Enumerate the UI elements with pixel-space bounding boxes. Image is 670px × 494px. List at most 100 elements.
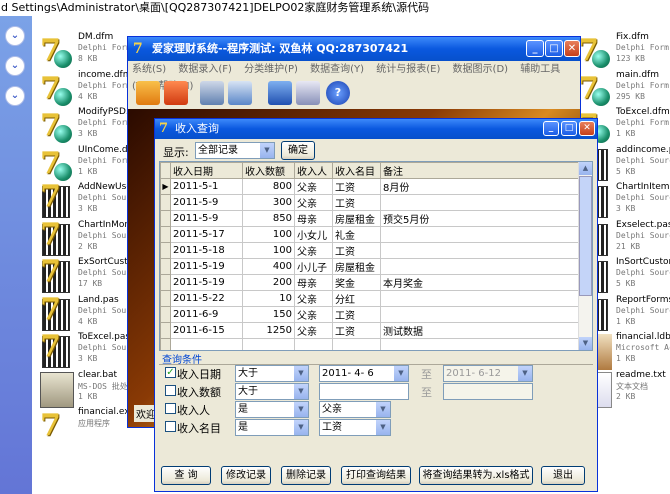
file-item[interactable]: 7 DM.dfm Delphi Form 8 KB xyxy=(40,32,135,74)
delete-record-button[interactable]: 删除记录 xyxy=(281,466,331,485)
scroll-up-icon[interactable]: ▲ xyxy=(579,162,592,175)
person-value-select[interactable]: 父亲 ▼ xyxy=(319,401,391,418)
item-value-select[interactable]: 工资 ▼ xyxy=(319,419,391,436)
add-record-icon[interactable] xyxy=(136,81,160,105)
dialog-close-button[interactable]: ✕ xyxy=(579,121,595,136)
row-indicator xyxy=(160,194,171,211)
table-row[interactable]: 2011-5-18 100 父亲 工资 xyxy=(160,242,581,259)
column-header[interactable]: 备注 xyxy=(380,162,581,179)
person-operator-select[interactable]: 是 ▼ xyxy=(235,401,309,418)
amount-operator-select[interactable]: 大于 ▼ xyxy=(235,383,309,400)
calculator-icon[interactable] xyxy=(296,81,320,105)
table-cell xyxy=(242,338,295,350)
file-type: Delphi Sourc xyxy=(616,268,670,277)
table-row[interactable]: 2011-5-9 300 父亲 工资 xyxy=(160,194,581,211)
table-row[interactable]: 2011-5-19 400 小儿子 房屋租金 xyxy=(160,258,581,275)
table-cell: 850 xyxy=(242,210,295,227)
exit-button[interactable]: 退出 xyxy=(541,466,585,485)
person-checkbox[interactable] xyxy=(165,403,176,414)
rss-feed-icon[interactable] xyxy=(164,81,188,105)
close-button[interactable]: ✕ xyxy=(564,40,580,57)
item-operator-select[interactable]: 是 ▼ xyxy=(235,419,309,436)
chevron-down-icon: ▼ xyxy=(260,143,274,158)
item-checkbox[interactable] xyxy=(165,421,176,432)
table-row[interactable]: 2011-5-22 10 父亲 分红 xyxy=(160,290,581,307)
main-title-bar[interactable]: 7 爱家理财系统--程序测试: 双鱼林 QQ:287307421 _ □ ✕ xyxy=(128,37,580,61)
chevron-down-icon[interactable]: ⌄ xyxy=(5,56,25,76)
dialog-minimize-button[interactable]: _ xyxy=(543,121,559,136)
table-row[interactable]: 2011-5-19 200 母亲 奖金 本月奖金 xyxy=(160,274,581,291)
file-item[interactable]: 7 income.dfm Delphi Form 4 KB xyxy=(40,70,135,112)
help-icon[interactable]: ? xyxy=(326,81,350,105)
dialog-maximize-button[interactable]: □ xyxy=(561,121,577,136)
scroll-down-icon[interactable]: ▼ xyxy=(579,337,592,350)
income-grid[interactable]: 收入日期 收入数额 收入人 收入名目 备注 ▶ 2011-5-1 800 父亲 工资 8月份 201… xyxy=(159,161,593,351)
confirm-button[interactable]: 确定 xyxy=(281,141,315,160)
table-row[interactable]: 2011-5-9 850 母亲 房屋租金 预交5月份 xyxy=(160,210,581,227)
menu-category[interactable]: 分类维护(P) xyxy=(244,64,298,75)
menu-data-entry[interactable]: 数据录入(F) xyxy=(178,64,232,75)
file-item[interactable]: 7 ModifyPSD.d Delphi Form 3 KB xyxy=(40,107,135,149)
show-filter-select[interactable]: 全部记录 ▼ xyxy=(195,142,275,159)
chevron-down-icon: ▼ xyxy=(518,366,532,381)
file-item[interactable]: 7 main.dfm Delphi Form 295 KB xyxy=(578,70,670,112)
menu-query[interactable]: 数据查询(Y) xyxy=(310,64,364,75)
chevron-down-icon[interactable]: ⌄ xyxy=(5,26,25,46)
maximize-button[interactable]: □ xyxy=(545,40,563,57)
show-label: 显示: xyxy=(163,146,189,159)
dialog-title: 收入查询 xyxy=(175,122,219,135)
grid-scrollbar[interactable]: ▲ ▼ xyxy=(578,162,592,350)
print-results-button[interactable]: 打印查询结果 xyxy=(341,466,411,485)
table-row[interactable]: ▶ 2011-5-1 800 父亲 工资 8月份 xyxy=(160,178,581,195)
minimize-button[interactable]: _ xyxy=(526,40,544,57)
date-to-picker[interactable]: 2011- 6-12 ▼ xyxy=(443,365,533,382)
date-from-picker[interactable]: 2011- 4- 6 ▼ xyxy=(319,365,409,382)
file-item[interactable]: clear.bat MS-DOS 批处理文件 1 KB xyxy=(40,370,152,412)
file-name: financial.ldb xyxy=(616,332,670,342)
amount-to-input[interactable] xyxy=(443,383,533,400)
query-button[interactable]: 查 询 xyxy=(161,466,211,485)
book-icon[interactable] xyxy=(268,81,292,105)
amount-checkbox[interactable] xyxy=(165,385,176,396)
row-indicator: ▶ xyxy=(160,178,171,195)
file-size: 1 KB xyxy=(616,129,636,138)
monitor-search-icon[interactable] xyxy=(200,81,224,105)
file-item[interactable]: 7 financial.exe 应用程序 xyxy=(40,407,135,449)
export-xls-button[interactable]: 将查询结果转为.xls格式 xyxy=(419,466,533,485)
file-type: Delphi Form xyxy=(78,118,131,127)
column-header[interactable]: 收入日期 xyxy=(170,162,243,179)
delphi-source-icon: 7 xyxy=(40,180,74,220)
column-header[interactable]: 收入数额 xyxy=(242,162,295,179)
table-cell: 150 xyxy=(242,306,295,323)
column-header[interactable]: 收入名目 xyxy=(332,162,381,179)
file-item[interactable]: 7 ToExcel.pas Delphi Sourc 3 KB xyxy=(40,330,136,374)
person-label: 收入人 xyxy=(177,404,210,417)
table-cell xyxy=(380,194,581,211)
file-item[interactable]: 7 Fix.dfm Delphi Form 123 KB xyxy=(578,32,670,74)
file-size: 1 KB xyxy=(616,316,636,326)
chevron-down-icon[interactable]: ⌄ xyxy=(5,86,25,106)
date-from-value: 2011- 4- 6 xyxy=(322,368,374,379)
file-size: 5 KB xyxy=(616,279,636,288)
dialog-title-bar[interactable]: 7 收入查询 _ □ ✕ xyxy=(155,119,597,139)
monitor-chart-icon[interactable] xyxy=(228,81,252,105)
file-name: ExSortCusto xyxy=(78,257,134,267)
menu-charts[interactable]: 数据图示(D) xyxy=(453,64,509,75)
table-row[interactable]: 2011-6-9 150 父亲 工资 xyxy=(160,306,581,323)
file-type: Delphi Sourc xyxy=(616,305,670,315)
toolbar: ? xyxy=(128,78,580,108)
table-cell: 200 xyxy=(242,274,295,291)
scroll-thumb[interactable] xyxy=(579,176,592,296)
date-to-label: 至 xyxy=(421,368,432,381)
date-operator-select[interactable]: 大于 ▼ xyxy=(235,365,309,382)
menu-stats[interactable]: 统计与报表(E) xyxy=(376,64,440,75)
modify-record-button[interactable]: 修改记录 xyxy=(221,466,271,485)
date-checkbox[interactable]: ✓ xyxy=(165,367,176,378)
show-filter-value: 全部记录 xyxy=(198,145,238,156)
amount-from-input[interactable] xyxy=(319,383,409,400)
table-row[interactable]: 2011-5-17 100 小女儿 礼金 xyxy=(160,226,581,243)
menu-system[interactable]: 系统(S) xyxy=(132,64,166,75)
table-cell: 100 xyxy=(242,242,295,259)
table-row[interactable]: 2011-6-15 1250 父亲 工资 测试数据 xyxy=(160,322,581,339)
column-header[interactable]: 收入人 xyxy=(294,162,333,179)
